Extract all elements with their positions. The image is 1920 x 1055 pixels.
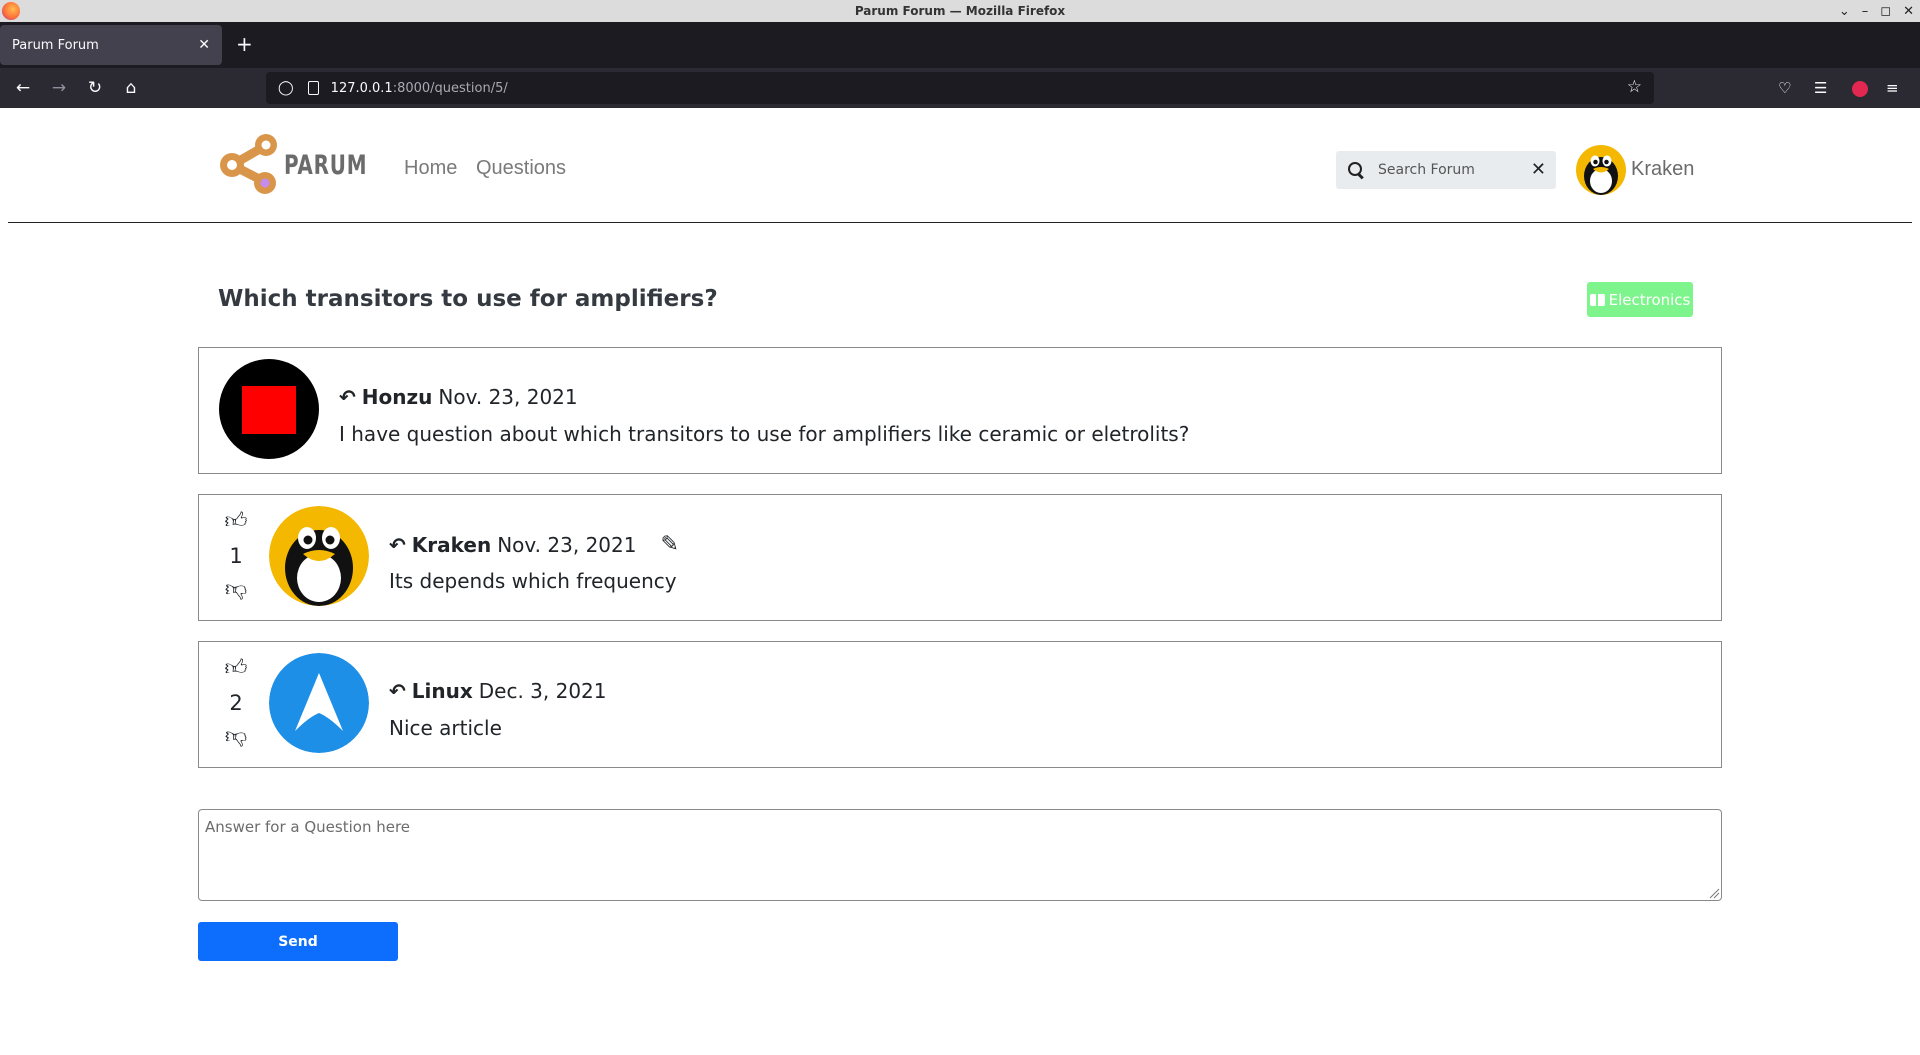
parum-logo-icon[interactable] <box>218 132 284 198</box>
back-arrow-icon[interactable]: ← <box>11 76 35 100</box>
vote-count: 1 <box>229 544 243 568</box>
maximize-icon[interactable]: ◻ <box>1880 4 1891 19</box>
address-bar[interactable]: ◯ 127.0.0.1:8000/question/5/ ☆ <box>266 72 1654 104</box>
post-author: Kraken <box>411 532 492 557</box>
post-author: Honzu <box>361 385 433 409</box>
pocket-icon[interactable]: ♡ <box>1778 77 1791 99</box>
minimize-window-icon[interactable]: – <box>1862 4 1869 19</box>
send-button[interactable]: Send <box>198 922 398 961</box>
post-meta: ↶ Honzu Nov. 23, 2021 <box>339 385 578 409</box>
bookmark-star-icon[interactable]: ☆ <box>1627 77 1642 97</box>
thumbs-up-icon[interactable]: 👍︎ <box>221 656 251 682</box>
post-body: Nice article <box>389 716 502 740</box>
clear-search-icon[interactable]: ✕ <box>1531 159 1546 180</box>
nav-questions-link[interactable]: Questions <box>476 157 566 180</box>
answer-card: 👍︎ 1 👎︎ ↶ Kraken Nov. 23, 2021 ✎ Its dep… <box>198 494 1722 621</box>
vote-controls: 👍︎ 2 👎︎ <box>221 656 251 750</box>
post-body: I have question about which transitors t… <box>339 422 1190 446</box>
post-author: Linux <box>411 679 473 703</box>
firefox-logo-icon <box>2 2 20 20</box>
post-date: Nov. 23, 2021 <box>497 532 637 557</box>
minimize-icon[interactable]: ⌄ <box>1839 4 1850 19</box>
forward-arrow-icon[interactable]: → <box>47 76 71 100</box>
avatar <box>219 359 319 459</box>
vote-count: 2 <box>229 691 243 715</box>
post-body: Its depends which frequency <box>389 569 677 593</box>
thumbs-up-icon[interactable]: 👍︎ <box>221 509 251 535</box>
question-title: Which transitors to use for amplifiers? <box>218 286 718 312</box>
post-meta: ↶ Linux Dec. 3, 2021 <box>389 679 607 703</box>
extension-icon[interactable] <box>1852 81 1868 97</box>
post-date: Nov. 23, 2021 <box>438 385 578 409</box>
answer-card: 👍︎ 2 👎︎ ↶ Linux Dec. 3, 2021 Nice articl… <box>198 641 1722 768</box>
search-icon[interactable] <box>1348 162 1364 178</box>
question-card: ↶ Honzu Nov. 23, 2021 I have question ab… <box>198 347 1722 474</box>
thumbs-down-icon[interactable]: 👎︎ <box>221 577 251 603</box>
close-window-icon[interactable]: ✕ <box>1903 4 1914 19</box>
new-tab-icon[interactable]: + <box>236 32 253 56</box>
browser-toolbar: ← → ↻ ⌂ ◯ 127.0.0.1:8000/question/5/ ☆ ♡… <box>0 68 1920 108</box>
resize-handle-icon[interactable] <box>1708 887 1720 899</box>
reply-icon[interactable]: ↶ <box>389 679 406 703</box>
book-icon <box>1589 293 1605 306</box>
category-badge[interactable]: Electronics <box>1587 282 1693 317</box>
tab-bar: Parum Forum ✕ + <box>0 22 1920 68</box>
reload-icon[interactable]: ↻ <box>83 76 107 100</box>
nav-home-link[interactable]: Home <box>404 157 457 180</box>
avatar <box>269 506 369 606</box>
user-avatar[interactable] <box>1576 145 1626 195</box>
tab-close-icon[interactable]: ✕ <box>198 37 210 53</box>
page-icon <box>307 81 319 95</box>
menu-icon[interactable]: ≡ <box>1886 77 1899 99</box>
avatar <box>269 653 369 753</box>
home-icon[interactable]: ⌂ <box>119 76 143 100</box>
shield-icon[interactable]: ◯ <box>278 80 294 96</box>
window-title: Parum Forum — Mozilla Firefox <box>854 4 1066 18</box>
category-label: Electronics <box>1608 290 1691 309</box>
browser-tab[interactable]: Parum Forum ✕ <box>0 25 222 65</box>
post-meta: ↶ Kraken Nov. 23, 2021 ✎ <box>389 532 679 557</box>
window-titlebar: Parum Forum — Mozilla Firefox ⌄ – ◻ ✕ <box>0 0 1920 22</box>
thumbs-down-icon[interactable]: 👎︎ <box>221 724 251 750</box>
post-date: Dec. 3, 2021 <box>478 679 607 703</box>
url-text[interactable]: 127.0.0.1:8000/question/5/ <box>331 81 508 96</box>
brand-name[interactable]: PARUM <box>284 150 367 181</box>
reply-icon[interactable]: ↶ <box>389 533 406 557</box>
search-bar: ✕ <box>1336 151 1556 189</box>
site-header: PARUM Home Questions ✕ Kraken <box>0 108 1920 223</box>
tab-title: Parum Forum <box>12 37 99 53</box>
edit-pencil-icon[interactable]: ✎ <box>660 532 678 557</box>
user-name[interactable]: Kraken <box>1631 158 1694 181</box>
header-divider <box>8 222 1912 223</box>
search-input[interactable] <box>1378 162 1528 178</box>
library-icon[interactable]: ☰ <box>1814 77 1827 99</box>
window-controls: ⌄ – ◻ ✕ <box>1839 0 1914 22</box>
reply-icon[interactable]: ↶ <box>339 385 356 409</box>
vote-controls: 👍︎ 1 👎︎ <box>221 509 251 603</box>
answer-textarea[interactable] <box>198 809 1722 901</box>
